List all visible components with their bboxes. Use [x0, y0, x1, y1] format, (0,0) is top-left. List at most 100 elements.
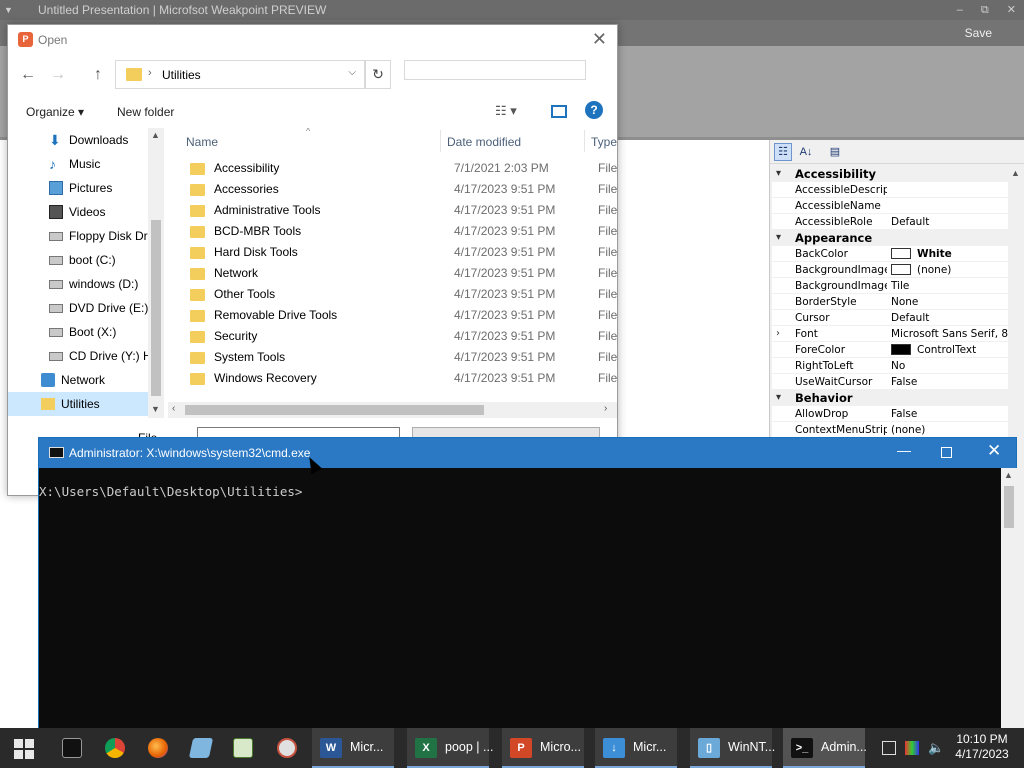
property-value-cell[interactable]: Tile [891, 278, 1008, 293]
property-value-cell[interactable]: None [891, 294, 1008, 309]
restore-icon[interactable]: ⧉ [981, 0, 989, 20]
preview-pane-icon[interactable] [551, 105, 567, 118]
column-header-type[interactable]: Type [591, 135, 617, 149]
alphabetical-sort-icon[interactable]: A↓ [797, 143, 815, 161]
property-value-cell[interactable]: (none) [891, 422, 1008, 437]
new-folder-button[interactable]: New folder [117, 105, 174, 119]
back-arrow-icon[interactable]: ← [20, 66, 36, 84]
cmd-prompt[interactable]: X:\Users\Default\Desktop\Utilities> [39, 484, 302, 499]
scroll-down-icon[interactable]: ▼ [151, 404, 160, 414]
file-row[interactable]: Removable Drive Tools 4/17/2023 9:51 PM Fi… [168, 305, 617, 326]
file-row[interactable]: Accessibility 7/1/2021 2:03 PM File fo [168, 158, 617, 179]
property-value-cell[interactable]: ControlText [891, 342, 1008, 357]
property-value-cell[interactable]: No [891, 358, 1008, 373]
column-header-date-modified[interactable]: Date modified [447, 135, 521, 149]
file-row[interactable]: BCD-MBR Tools 4/17/2023 9:51 PM File fo [168, 221, 617, 242]
close-icon[interactable]: ✕ [987, 441, 1001, 461]
nav-item[interactable]: ⬇ Downloads [8, 128, 150, 152]
file-row[interactable]: Hard Disk Tools 4/17/2023 9:51 PM File fo [168, 242, 617, 263]
scroll-thumb[interactable] [151, 220, 161, 396]
property-row[interactable]: BackgroundImage (none) [772, 262, 1008, 278]
property-row[interactable]: RightToLeft No [772, 358, 1008, 374]
categorized-view-icon[interactable]: ☷ [774, 143, 792, 161]
nav-item[interactable]: windows (D:) [8, 272, 150, 296]
property-row[interactable]: BorderStyle None [772, 294, 1008, 310]
display-settings-icon[interactable] [905, 741, 919, 755]
property-value-cell[interactable]: Microsoft Sans Serif, 8.2 [891, 326, 1008, 341]
cmd-titlebar[interactable]: Administrator: X:\windows\system32\cmd.e… [39, 438, 1016, 468]
address-bar[interactable]: › Utilities ⌵ [115, 60, 365, 89]
chrome-pinned-button[interactable] [94, 728, 134, 768]
nav-item[interactable]: boot (C:) [8, 248, 150, 272]
nav-item[interactable]: Network [8, 368, 150, 392]
task-manager-pinned-button[interactable] [222, 728, 262, 768]
navigation-pane-scrollbar[interactable]: ▲ ▼ [148, 128, 164, 418]
taskbar-app-button[interactable]: W Micr... [312, 728, 394, 768]
clock[interactable]: 10:10 PM 4/17/2023 [952, 732, 1012, 762]
property-row[interactable]: › Font Microsoft Sans Serif, 8.2 [772, 326, 1008, 342]
scroll-right-icon[interactable]: › [604, 403, 607, 414]
file-list-horizontal-scrollbar[interactable]: ‹ › [168, 402, 617, 418]
file-row[interactable]: Security 4/17/2023 9:51 PM File fo [168, 326, 617, 347]
save-button[interactable]: Save [965, 26, 992, 40]
forward-arrow-icon[interactable]: → [50, 66, 66, 84]
scroll-up-icon[interactable]: ▲ [1004, 470, 1013, 480]
property-value-cell[interactable]: Default [891, 214, 1008, 229]
file-row[interactable]: System Tools 4/17/2023 9:51 PM File fo [168, 347, 617, 368]
chevron-right-icon[interactable]: › [148, 67, 152, 79]
collapse-icon[interactable]: ▾ [776, 166, 788, 181]
network-icon[interactable] [882, 741, 896, 755]
property-category[interactable]: ▾ Appearance [772, 230, 1008, 246]
collapse-icon[interactable]: ▾ [776, 390, 788, 405]
property-row[interactable]: AllowDrop False [772, 406, 1008, 422]
chevron-down-icon[interactable]: ⌵ [348, 67, 356, 78]
taskbar-app-button[interactable]: >_ Admin... [783, 728, 867, 768]
property-row[interactable]: Cursor Default [772, 310, 1008, 326]
property-row[interactable]: AccessibleDescripti [772, 182, 1008, 198]
column-header-name[interactable]: Name [186, 135, 218, 149]
property-row[interactable]: AccessibleRole Default [772, 214, 1008, 230]
view-options-icon[interactable]: ☷ ▾ [495, 103, 517, 119]
column-divider[interactable] [584, 130, 585, 152]
property-category[interactable]: ▾ Accessibility [772, 166, 1008, 182]
system-menu-icon[interactable]: ▼ [4, 0, 13, 20]
taskbar-app-button[interactable]: ▯ WinNT... [690, 728, 775, 768]
expand-icon[interactable]: › [776, 326, 788, 341]
scroll-up-icon[interactable]: ▲ [1011, 168, 1020, 178]
property-value-cell[interactable]: False [891, 374, 1008, 389]
taskbar-app-button[interactable]: P Micro... [502, 728, 584, 768]
up-arrow-icon[interactable]: ↑ [94, 66, 102, 84]
nav-item[interactable]: Boot (X:) [8, 320, 150, 344]
scroll-thumb[interactable] [1004, 486, 1014, 528]
refresh-button[interactable]: ↻ [365, 60, 391, 89]
file-row[interactable]: Windows Recovery 4/17/2023 9:51 PM File fo [168, 368, 617, 389]
property-row[interactable]: AccessibleName [772, 198, 1008, 214]
nav-item[interactable]: Pictures [8, 176, 150, 200]
help-icon[interactable]: ? [585, 101, 603, 119]
property-row[interactable]: UseWaitCursor False [772, 374, 1008, 390]
volume-muted-icon[interactable]: 🔈 [928, 741, 944, 755]
property-category[interactable]: ▾ Behavior [772, 390, 1008, 406]
nav-item[interactable]: Videos [8, 200, 150, 224]
maximize-icon[interactable] [941, 447, 952, 458]
file-row[interactable]: Other Tools 4/17/2023 9:51 PM File fo [168, 284, 617, 305]
minimize-icon[interactable]: – [957, 0, 963, 20]
notepad-pinned-button[interactable] [180, 728, 220, 768]
collapse-icon[interactable]: ▾ [776, 230, 788, 245]
start-button[interactable] [0, 728, 48, 768]
cmd-scrollbar[interactable]: ▲ [1001, 468, 1017, 730]
taskbar-app-button[interactable]: Xpoop | ... [407, 728, 493, 768]
minimize-icon[interactable]: — [897, 442, 911, 458]
file-row[interactable]: Accessories 4/17/2023 9:51 PM File fo [168, 179, 617, 200]
organize-button[interactable]: Organize ▾ [26, 105, 84, 119]
scroll-left-icon[interactable]: ‹ [172, 403, 175, 414]
property-row[interactable]: ContextMenuStrip (none) [772, 422, 1008, 438]
close-icon[interactable]: ✕ [1007, 0, 1016, 20]
nav-item[interactable]: ♪ Music [8, 152, 150, 176]
close-icon[interactable]: ✕ [592, 29, 607, 50]
cmd-pinned-button[interactable] [51, 728, 91, 768]
paint-pinned-button[interactable] [266, 728, 306, 768]
property-pages-icon[interactable]: ▤ [826, 143, 844, 161]
nav-item[interactable]: CD Drive (Y:) H [8, 344, 150, 368]
property-value-cell[interactable]: White [891, 246, 1008, 261]
